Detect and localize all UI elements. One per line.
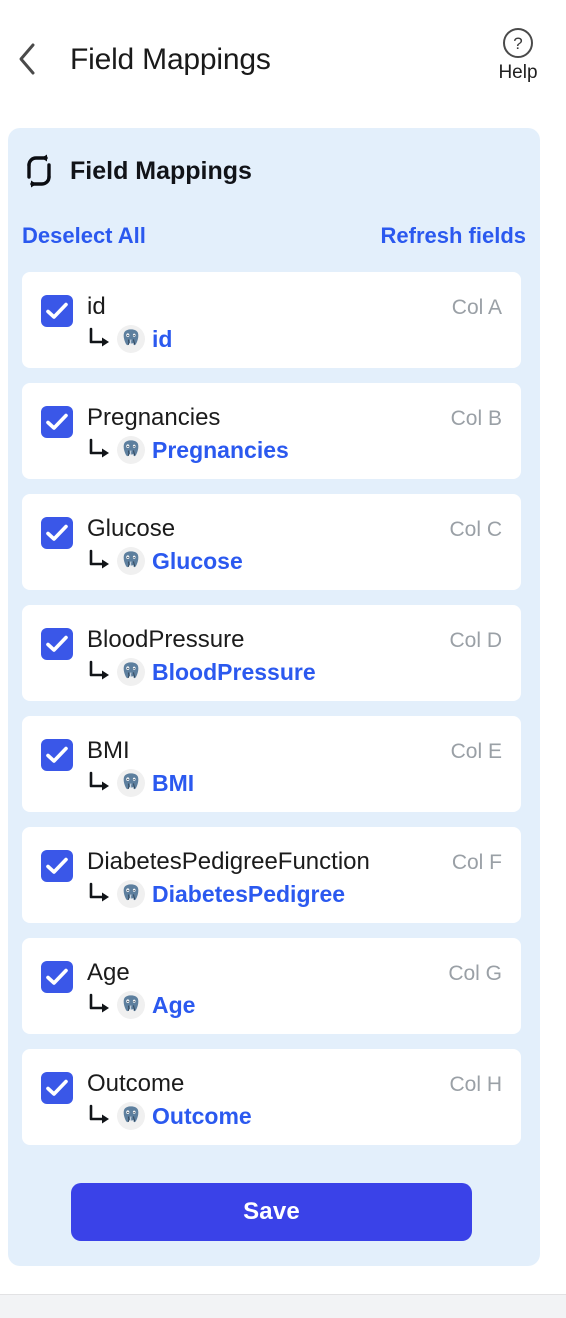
- sync-swap-icon: [22, 154, 56, 188]
- arrow-branch-icon: [88, 882, 110, 906]
- source-field-name: id: [87, 293, 106, 320]
- field-checkbox[interactable]: [41, 517, 73, 549]
- panel-title: Field Mappings: [70, 157, 252, 185]
- panel-actions: Deselect All Refresh fields: [22, 222, 526, 250]
- arrow-branch-icon: [88, 438, 110, 462]
- postgresql-icon: [117, 1102, 145, 1130]
- field-mapping-row[interactable]: Glucose Col C Glucose: [22, 494, 521, 590]
- target-field-name: Pregnancies: [152, 437, 289, 463]
- field-checkbox[interactable]: [41, 295, 73, 327]
- field-mappings-panel: Field Mappings Deselect All Refresh fiel…: [8, 128, 540, 1266]
- mapping-target[interactable]: BloodPressure: [88, 658, 316, 686]
- source-field-name: Glucose: [87, 515, 176, 542]
- postgresql-icon: [117, 547, 145, 575]
- spreadsheet-column-label: Col H: [449, 1073, 502, 1096]
- source-field-name: BloodPressure: [87, 626, 245, 653]
- question-circle-icon: ?: [503, 28, 533, 58]
- field-mapping-row[interactable]: BMI Col E BMI: [22, 716, 521, 812]
- panel-header: Field Mappings: [22, 154, 252, 188]
- field-mapping-row[interactable]: DiabetesPedigreeFunction Col F DiabetesPed…: [22, 827, 521, 923]
- spreadsheet-column-label: Col D: [449, 629, 502, 652]
- target-field-name: BloodPressure: [152, 659, 316, 685]
- field-mapping-row[interactable]: Pregnancies Col B Pregnancies: [22, 383, 521, 479]
- mapping-target[interactable]: Glucose: [88, 547, 243, 575]
- field-checkbox[interactable]: [41, 1072, 73, 1104]
- field-checkbox[interactable]: [41, 850, 73, 882]
- postgresql-icon: [117, 436, 145, 464]
- source-field-name: DiabetesPedigreeFunction: [87, 848, 370, 875]
- refresh-fields-button[interactable]: Refresh fields: [381, 222, 527, 250]
- target-field-name: Age: [152, 992, 196, 1018]
- source-field-name: Outcome: [87, 1070, 185, 1097]
- source-field-name: BMI: [87, 737, 130, 764]
- mapping-target[interactable]: Age: [88, 991, 195, 1019]
- mapping-target[interactable]: Outcome: [88, 1102, 252, 1130]
- postgresql-icon: [117, 325, 145, 353]
- arrow-branch-icon: [88, 771, 110, 795]
- arrow-branch-icon: [88, 993, 110, 1017]
- postgresql-icon: [117, 769, 145, 797]
- target-field-name: BMI: [152, 770, 195, 796]
- field-checkbox[interactable]: [41, 406, 73, 438]
- field-mapping-row[interactable]: BloodPressure Col D BloodPressure: [22, 605, 521, 701]
- arrow-branch-icon: [88, 549, 110, 573]
- postgresql-icon: [117, 658, 145, 686]
- field-checkbox[interactable]: [41, 628, 73, 660]
- help-label: Help: [498, 62, 538, 83]
- app-header: Field Mappings ? Help: [0, 0, 566, 128]
- spreadsheet-column-label: Col F: [451, 851, 502, 874]
- mapping-target[interactable]: DiabetesPedigree: [88, 880, 345, 908]
- spreadsheet-column-label: Col E: [450, 740, 502, 763]
- postgresql-icon: [117, 991, 145, 1019]
- spreadsheet-column-label: Col B: [450, 407, 502, 430]
- mapping-target[interactable]: id: [88, 325, 172, 353]
- source-field-name: Age: [87, 959, 130, 986]
- panel-right-gutter: [540, 128, 566, 1266]
- spreadsheet-column-label: Col G: [448, 962, 502, 985]
- bottom-strip: [0, 1295, 566, 1318]
- target-field-name: Outcome: [152, 1103, 252, 1129]
- arrow-branch-icon: [88, 1104, 110, 1128]
- field-checkbox[interactable]: [41, 961, 73, 993]
- deselect-all-button[interactable]: Deselect All: [22, 222, 146, 250]
- target-field-name: id: [152, 326, 173, 352]
- chevron-left-icon: [17, 42, 37, 76]
- help-button[interactable]: ? Help: [490, 28, 546, 85]
- mapping-target[interactable]: BMI: [88, 769, 194, 797]
- spreadsheet-column-label: Col A: [451, 296, 502, 319]
- field-mapping-row[interactable]: Age Col G Age: [22, 938, 521, 1034]
- arrow-branch-icon: [88, 660, 110, 684]
- page-bottom-space: [0, 1266, 566, 1294]
- postgresql-icon: [117, 880, 145, 908]
- spreadsheet-column-label: Col C: [449, 518, 502, 541]
- save-button[interactable]: Save: [71, 1183, 472, 1241]
- mapping-target[interactable]: Pregnancies: [88, 436, 289, 464]
- target-field-name: DiabetesPedigree: [152, 881, 346, 907]
- field-mapping-list: id Col A id Pregnancies Col B Pregnancies Gluc…: [22, 272, 521, 1160]
- source-field-name: Pregnancies: [87, 404, 221, 431]
- page-title: Field Mappings: [70, 43, 271, 76]
- field-mapping-row[interactable]: id Col A id: [22, 272, 521, 368]
- field-checkbox[interactable]: [41, 739, 73, 771]
- back-button[interactable]: [8, 36, 46, 82]
- field-mapping-row[interactable]: Outcome Col H Outcome: [22, 1049, 521, 1145]
- target-field-name: Glucose: [152, 548, 243, 574]
- arrow-branch-icon: [88, 327, 110, 351]
